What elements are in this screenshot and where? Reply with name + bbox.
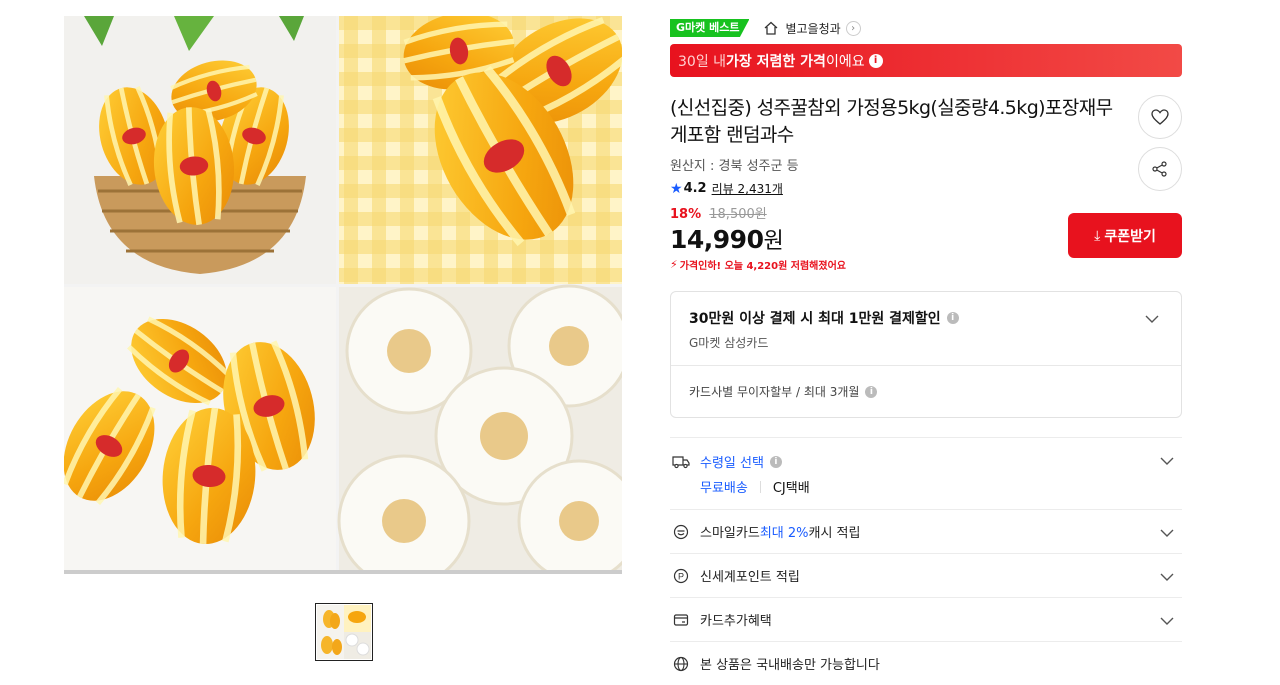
info-icon[interactable]: i bbox=[769, 455, 782, 468]
svg-text:P: P bbox=[678, 571, 684, 581]
badge-row: G마켓 베스트 별고을청과 › bbox=[670, 16, 1182, 40]
smile-icon bbox=[672, 523, 690, 541]
chevron-down-icon bbox=[1160, 573, 1174, 581]
store-link[interactable]: 별고을청과 › bbox=[763, 20, 861, 37]
smile-card-option[interactable]: 스마일카드 최대 2% 캐시 적립 bbox=[670, 510, 1182, 554]
wishlist-button[interactable] bbox=[1138, 95, 1182, 139]
divider bbox=[759, 480, 761, 493]
chevron-down-icon bbox=[1145, 315, 1159, 323]
download-icon: ⤓ bbox=[1094, 227, 1101, 244]
coupon-label: 쿠폰받기 bbox=[1104, 228, 1156, 245]
info-icon[interactable]: i bbox=[868, 53, 883, 68]
price-block: 18% 18,500원 14,990원 ⚡ 가격인하! 오늘 4,220원 저렴… bbox=[670, 203, 1182, 272]
point-icon: P bbox=[672, 567, 690, 585]
card-extra-option[interactable]: 카드추가혜택 bbox=[670, 598, 1182, 642]
heart-icon bbox=[1151, 109, 1169, 125]
ssg-point-option[interactable]: P 신세계포인트 적립 bbox=[670, 554, 1182, 598]
product-main-image bbox=[64, 16, 622, 574]
product-info-panel: G마켓 베스트 별고을청과 › 30일 내 가장 저렴한 가격 이에요 i (신… bbox=[670, 16, 1182, 685]
lowest-price-banner[interactable]: 30일 내 가장 저렴한 가격 이에요 i bbox=[670, 44, 1182, 77]
delivery-option[interactable]: 수령일 선택 i 무료배송 CJ택배 bbox=[670, 438, 1182, 510]
installment-row[interactable]: 카드사별 무이자할부 / 최대 3개월 i bbox=[671, 366, 1181, 417]
star-icon: ★ bbox=[670, 180, 683, 197]
smile-suffix: 캐시 적립 bbox=[808, 526, 861, 541]
thumbnail-1[interactable] bbox=[315, 603, 373, 661]
home-icon bbox=[765, 21, 778, 35]
ssg-point-label: 신세계포인트 적립 bbox=[700, 570, 800, 585]
chevron-down-icon bbox=[1160, 457, 1174, 465]
banner-highlight: 가장 저렴한 가격 bbox=[726, 53, 826, 70]
reviews-link[interactable]: 리뷰 2,431개 bbox=[712, 180, 783, 197]
best-badge: G마켓 베스트 bbox=[670, 19, 750, 37]
rating-score: 4.2 bbox=[683, 181, 707, 196]
store-name: 별고을청과 bbox=[785, 21, 841, 36]
card-discount-headline: 30만원 이상 결제 시 최대 1만원 결제할인 bbox=[689, 311, 941, 327]
chevron-right-icon: › bbox=[845, 20, 861, 36]
rating-row: ★ 4.2 리뷰 2,431개 bbox=[670, 180, 1182, 197]
truck-icon bbox=[672, 453, 690, 471]
globe-icon bbox=[672, 655, 690, 673]
bolt-icon: ⚡ bbox=[670, 258, 678, 271]
card-discount-row[interactable]: 30만원 이상 결제 시 최대 1만원 결제할인 i G마켓 삼성카드 bbox=[671, 292, 1181, 366]
info-icon[interactable]: i bbox=[865, 385, 878, 398]
chevron-down-icon bbox=[1160, 529, 1174, 537]
smile-prefix: 스마일카드 bbox=[700, 526, 760, 541]
price-drop-notice: ⚡ 가격인하! 오늘 4,220원 저렴해졌어요 bbox=[670, 257, 1182, 272]
smile-highlight: 최대 2% bbox=[759, 526, 809, 541]
share-button[interactable] bbox=[1138, 147, 1182, 191]
domestic-shipping-text: 본 상품은 국내배송만 가능합니다 bbox=[700, 658, 880, 673]
card-discount-sub: G마켓 삼성카드 bbox=[689, 336, 769, 350]
sale-price-unit: 원 bbox=[763, 229, 784, 254]
option-list: 수령일 선택 i 무료배송 CJ택배 스마일카드 최대 2% 캐시 적립 P 신… bbox=[670, 437, 1182, 685]
sale-price-amount: 14,990 bbox=[670, 225, 764, 254]
card-extra-label: 카드추가혜택 bbox=[700, 614, 772, 629]
free-shipping: 무료배송 bbox=[700, 481, 748, 496]
card-icon bbox=[672, 611, 690, 629]
price-drop-text: 가격인하! 오늘 4,220원 저렴해졌어요 bbox=[679, 261, 846, 272]
info-icon[interactable]: i bbox=[946, 312, 959, 324]
share-icon bbox=[1152, 161, 1167, 177]
discount-percent: 18% bbox=[670, 207, 702, 222]
coupon-button[interactable]: ⤓ 쿠폰받기 bbox=[1068, 213, 1182, 258]
banner-prefix: 30일 내 bbox=[678, 53, 727, 70]
carrier: CJ택배 bbox=[772, 481, 810, 496]
product-title: (신선집중) 성주꿀참외 가정용5kg(실중량4.5kg)포장재무게포함 랜덤과… bbox=[670, 97, 1113, 146]
original-price: 18,500원 bbox=[709, 207, 767, 222]
banner-suffix: 이에요 bbox=[825, 53, 865, 70]
chevron-down-icon bbox=[1160, 617, 1174, 625]
installment-text: 카드사별 무이자할부 / 최대 3개월 bbox=[689, 385, 860, 399]
card-benefit-box: 30만원 이상 결제 시 최대 1만원 결제할인 i G마켓 삼성카드 카드사별… bbox=[670, 291, 1182, 418]
domestic-shipping-notice: 본 상품은 국내배송만 가능합니다 bbox=[670, 642, 1182, 685]
delivery-date-label: 수령일 선택 bbox=[700, 456, 764, 471]
origin-text: 원산지 : 경북 성주군 등 bbox=[670, 159, 799, 174]
